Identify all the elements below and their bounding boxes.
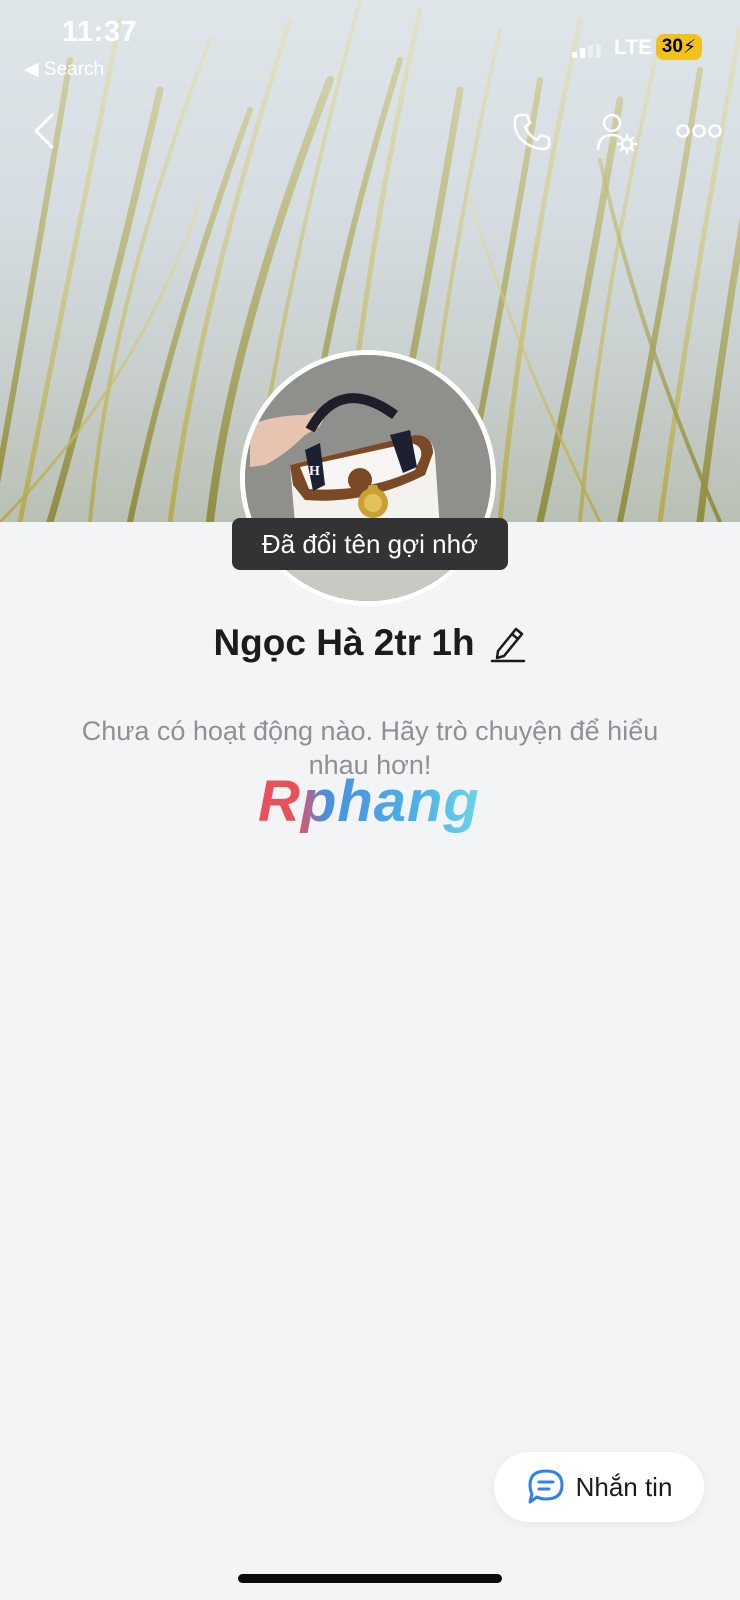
more-options-button[interactable] [674, 116, 724, 146]
status-time: 11:37 [62, 16, 138, 48]
profile-name-row: Ngọc Hà 2tr 1h [0, 622, 740, 664]
battery-indicator: 30 ⚡ [656, 34, 702, 60]
home-indicator[interactable] [238, 1574, 502, 1583]
message-button-label: Nhắn tin [575, 1471, 673, 1502]
back-to-app-link[interactable]: ◀ Search [24, 58, 104, 81]
signal-icon [572, 44, 601, 58]
svg-text:H: H [309, 464, 320, 479]
phone-icon [513, 113, 551, 151]
network-type: LTE [614, 36, 653, 59]
back-icon [34, 113, 54, 149]
more-icon [676, 124, 722, 138]
call-button[interactable] [508, 108, 556, 156]
user-settings-button[interactable] [592, 108, 642, 158]
message-button[interactable]: Nhắn tin [494, 1452, 704, 1522]
charging-icon: ⚡ [682, 36, 697, 58]
pencil-icon [490, 627, 525, 663]
profile-name: Ngọc Hà 2tr 1h [213, 622, 475, 663]
toast-message: Đã đổi tên gợi nhớ [232, 518, 508, 570]
chat-bubble-icon [528, 1469, 564, 1504]
watermark-logo: Rphang [258, 769, 480, 834]
edit-name-button[interactable] [489, 622, 527, 664]
battery-level: 30 [661, 36, 683, 57]
back-button[interactable] [24, 108, 64, 154]
user-settings-icon [596, 113, 638, 155]
